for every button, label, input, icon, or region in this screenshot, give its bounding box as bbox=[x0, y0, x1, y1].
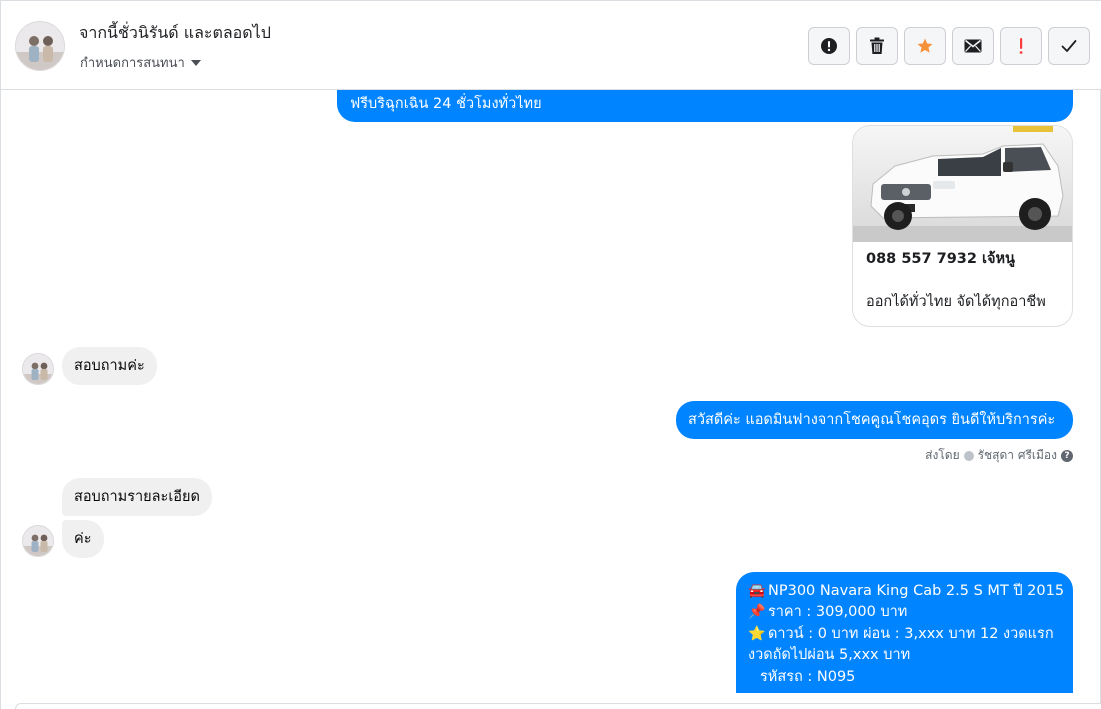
car-icon: 🚘 bbox=[748, 582, 766, 599]
message-line: ⭐ ดาวน์ : 0 บาท ผ่อน : 3,xxx บาท 12 งวดแ… bbox=[748, 623, 1061, 645]
card-title: 088 557 7932 เจ้หนู bbox=[866, 251, 1015, 267]
message-text: รหัสรถ : N095 bbox=[760, 668, 856, 685]
message-text: ราคา : 309,000 บาท bbox=[768, 604, 908, 621]
done-button[interactable] bbox=[1048, 27, 1090, 65]
sent-by-name[interactable]: รัชสุดา ศรีเมือง bbox=[978, 446, 1057, 465]
check-icon bbox=[1061, 40, 1077, 52]
trash-icon bbox=[870, 37, 884, 54]
pushpin-icon: 📌 bbox=[748, 604, 766, 621]
envelope-icon bbox=[964, 39, 982, 53]
contact-avatar[interactable] bbox=[15, 21, 65, 71]
message-line: รหัสรถ : N095 bbox=[748, 666, 1061, 688]
message-incoming[interactable]: ค่ะ bbox=[62, 520, 104, 558]
delete-button[interactable] bbox=[856, 27, 898, 65]
message-thread[interactable]: ฟรีบริฉุกเฉิน 24 ชั่วโมงทั่วไทย 088 557 … bbox=[1, 90, 1101, 693]
sent-by-prefix: ส่งโดย bbox=[925, 448, 960, 462]
agent-avatar-icon bbox=[963, 450, 974, 461]
star-icon bbox=[917, 38, 933, 53]
message-text: ค่ะ bbox=[74, 531, 92, 547]
message-text: ฟรีบริฉุกเฉิน 24 ชั่วโมงทั่วไทย bbox=[350, 96, 542, 112]
spam-button[interactable] bbox=[1000, 27, 1042, 65]
conversation-panel: จากนี้ชั่วนิรันด์ และตลอดไป กำหนดการสนทน… bbox=[0, 0, 1101, 709]
schedule-conversation-dropdown[interactable]: กำหนดการสนทนา bbox=[80, 52, 201, 73]
message-incoming[interactable]: สอบถามค่ะ bbox=[62, 347, 157, 385]
exclamation-circle-icon bbox=[821, 38, 837, 54]
schedule-label: กำหนดการสนทนา bbox=[80, 56, 185, 71]
exclamation-icon bbox=[1019, 38, 1023, 54]
message-text: NP300 Navara King Cab 2.5 S MT ปี 2015 bbox=[768, 582, 1065, 599]
message-text: สอบถามรายละเอียด bbox=[74, 489, 200, 505]
sender-avatar[interactable] bbox=[22, 525, 54, 557]
sent-by-info: ส่งโดย รัชสุดา ศรีเมือง ? bbox=[925, 446, 1073, 465]
message-outgoing[interactable]: สวัสดีค่ะ แอดมินฟางจากโชคคูณโชคอุดร ยินด… bbox=[676, 401, 1073, 439]
message-text: งวดถัดไปผ่อน 5,xxx บาท bbox=[748, 647, 911, 664]
message-outgoing[interactable]: ฟรีบริฉุกเฉิน 24 ชั่วโมงทั่วไทย bbox=[337, 90, 1073, 122]
star-button[interactable] bbox=[904, 27, 946, 65]
sender-avatar[interactable] bbox=[22, 353, 54, 385]
car-photo[interactable] bbox=[853, 126, 1072, 242]
message-incoming[interactable]: สอบถามรายละเอียด bbox=[62, 478, 212, 516]
card-description: ออกได้ทั่วไทย จัดได้ทุกอาชีพ bbox=[866, 294, 1046, 310]
attachment-card[interactable]: 088 557 7932 เจ้หนู ออกได้ทั่วไทย จัดได้… bbox=[852, 125, 1073, 327]
header-actions bbox=[808, 27, 1090, 65]
mark-unread-button[interactable] bbox=[952, 27, 994, 65]
message-outgoing[interactable]: 🚘 NP300 Navara King Cab 2.5 S MT ปี 2015… bbox=[736, 572, 1073, 693]
help-icon[interactable]: ? bbox=[1061, 449, 1073, 462]
conversation-header: จากนี้ชั่วนิรันด์ และตลอดไป กำหนดการสนทน… bbox=[1, 0, 1101, 90]
caret-down-icon bbox=[190, 60, 201, 66]
message-text: สอบถามค่ะ bbox=[74, 358, 145, 374]
message-text: สวัสดีค่ะ แอดมินฟางจากโชคคูณโชคอุดร ยินด… bbox=[688, 412, 1056, 428]
contact-name[interactable]: จากนี้ชั่วนิรันด์ และตลอดไป bbox=[79, 21, 271, 46]
star-emoji-icon: ⭐ bbox=[748, 625, 766, 642]
report-button[interactable] bbox=[808, 27, 850, 65]
message-line: 🚘 NP300 Navara King Cab 2.5 S MT ปี 2015 bbox=[748, 580, 1065, 602]
composer-edge[interactable] bbox=[15, 703, 1101, 709]
message-text: ดาวน์ : 0 บาท ผ่อน : 3,xxx บาท 12 งวดแรก bbox=[768, 625, 1054, 642]
message-line: งวดถัดไปผ่อน 5,xxx บาท bbox=[748, 645, 1061, 667]
message-line: 📌 ราคา : 309,000 บาท bbox=[748, 602, 1061, 624]
